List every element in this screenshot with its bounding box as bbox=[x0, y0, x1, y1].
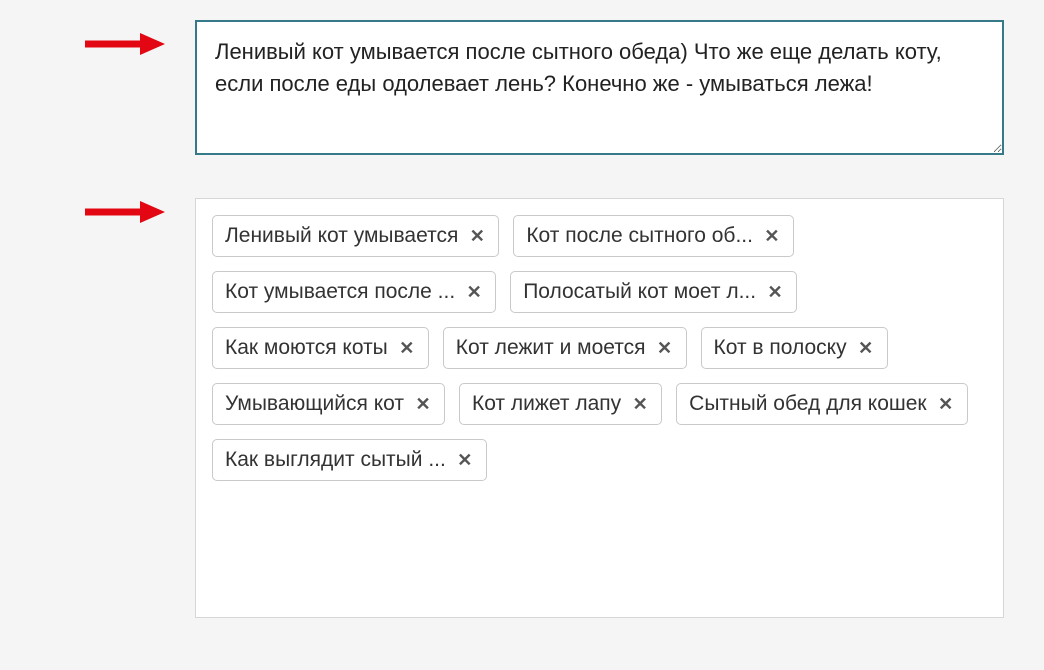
close-icon[interactable]: ✕ bbox=[857, 339, 875, 357]
tag-chip[interactable]: Ленивый кот умывается ✕ bbox=[212, 215, 499, 257]
tag-chip[interactable]: Как моются коты ✕ bbox=[212, 327, 429, 369]
tag-chip[interactable]: Как выглядит сытый ... ✕ bbox=[212, 439, 487, 481]
tags-container: Ленивый кот умывается✕Кот после сытного … bbox=[195, 198, 1004, 618]
tag-label: Ленивый кот умывается bbox=[225, 224, 458, 248]
tag-label: Полосатый кот моет л... bbox=[523, 280, 756, 304]
close-icon[interactable]: ✕ bbox=[766, 283, 784, 301]
tag-chip[interactable]: Кот лижет лапу ✕ bbox=[459, 383, 662, 425]
tag-chip[interactable]: Кот в полоску ✕ bbox=[701, 327, 888, 369]
pointer-arrow-icon bbox=[85, 32, 165, 56]
tag-label: Как моются коты bbox=[225, 336, 388, 360]
close-icon[interactable]: ✕ bbox=[763, 227, 781, 245]
close-icon[interactable]: ✕ bbox=[456, 451, 474, 469]
close-icon[interactable]: ✕ bbox=[631, 395, 649, 413]
close-icon[interactable]: ✕ bbox=[656, 339, 674, 357]
close-icon[interactable]: ✕ bbox=[398, 339, 416, 357]
close-icon[interactable]: ✕ bbox=[414, 395, 432, 413]
close-icon[interactable]: ✕ bbox=[468, 227, 486, 245]
close-icon[interactable]: ✕ bbox=[937, 395, 955, 413]
tag-label: Кот лижет лапу bbox=[472, 392, 621, 416]
close-icon[interactable]: ✕ bbox=[465, 283, 483, 301]
tag-chip[interactable]: Кот лежит и моется ✕ bbox=[443, 327, 687, 369]
tag-chip[interactable]: Кот после сытного об... ✕ bbox=[513, 215, 794, 257]
pointer-arrow-icon bbox=[85, 200, 165, 224]
description-textarea[interactable] bbox=[195, 20, 1004, 155]
tag-label: Сытный обед для кошек bbox=[689, 392, 926, 416]
tag-label: Кот лежит и моется bbox=[456, 336, 646, 360]
tag-label: Кот умывается после ... bbox=[225, 280, 455, 304]
tag-chip[interactable]: Сытный обед для кошек ✕ bbox=[676, 383, 967, 425]
tag-label: Как выглядит сытый ... bbox=[225, 448, 446, 472]
tag-chip[interactable]: Полосатый кот моет л... ✕ bbox=[510, 271, 797, 313]
tag-chip[interactable]: Кот умывается после ... ✕ bbox=[212, 271, 496, 313]
tag-label: Умывающийся кот bbox=[225, 392, 404, 416]
tag-label: Кот в полоску bbox=[714, 336, 847, 360]
tag-chip[interactable]: Умывающийся кот ✕ bbox=[212, 383, 445, 425]
tag-label: Кот после сытного об... bbox=[526, 224, 753, 248]
